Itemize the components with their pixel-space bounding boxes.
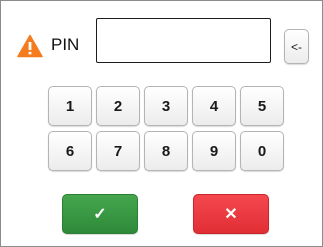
checkmark-icon: ✓ bbox=[93, 206, 107, 223]
key-5-button[interactable]: 5 bbox=[240, 86, 284, 126]
confirm-button[interactable]: ✓ bbox=[62, 194, 138, 234]
key-8-button[interactable]: 8 bbox=[144, 131, 188, 171]
pin-input[interactable] bbox=[96, 18, 271, 63]
key-0-button[interactable]: 0 bbox=[240, 131, 284, 171]
pin-label: PIN bbox=[51, 35, 80, 54]
key-3-button[interactable]: 3 bbox=[144, 86, 188, 126]
pin-dialog: PIN <- 1 2 3 4 5 6 7 8 9 0 ✓ ✕ bbox=[0, 0, 323, 247]
warning-icon bbox=[17, 34, 43, 58]
key-4-button[interactable]: 4 bbox=[192, 86, 236, 126]
key-1-button[interactable]: 1 bbox=[48, 86, 92, 126]
key-7-button[interactable]: 7 bbox=[96, 131, 140, 171]
key-9-button[interactable]: 9 bbox=[192, 131, 236, 171]
key-2-button[interactable]: 2 bbox=[96, 86, 140, 126]
close-icon: ✕ bbox=[224, 206, 238, 223]
cancel-button[interactable]: ✕ bbox=[193, 194, 269, 234]
backspace-button[interactable]: <- bbox=[284, 29, 309, 64]
key-6-button[interactable]: 6 bbox=[48, 131, 92, 171]
